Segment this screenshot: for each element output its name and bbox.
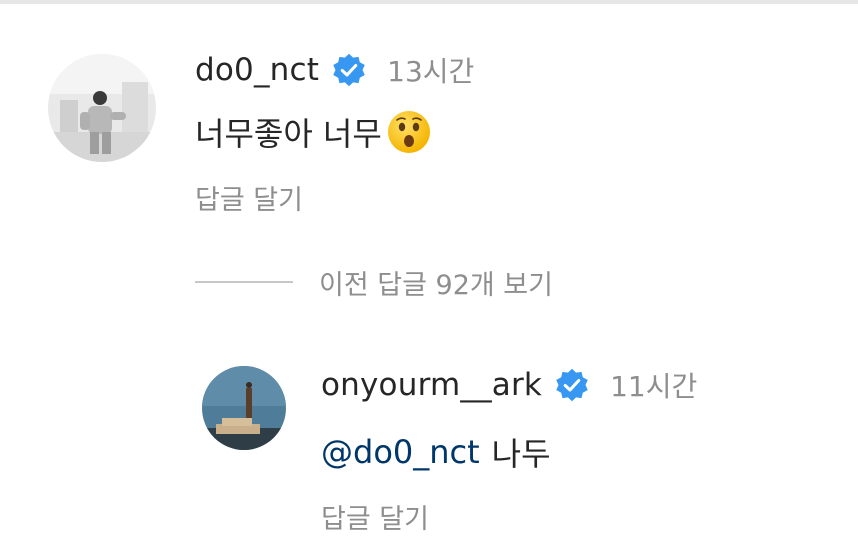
avatar[interactable] bbox=[48, 54, 156, 162]
verified-badge-icon bbox=[554, 367, 590, 403]
avatar-photo bbox=[48, 54, 156, 162]
comment-text: 너무좋아 너무 bbox=[195, 108, 432, 156]
mention-link[interactable]: @do0_nct bbox=[321, 433, 480, 471]
username[interactable]: do0_nct bbox=[195, 52, 319, 88]
timestamp: 13시간 bbox=[387, 55, 475, 88]
avatar-photo bbox=[202, 366, 286, 450]
avatar[interactable] bbox=[202, 366, 286, 450]
top-divider bbox=[0, 0, 858, 4]
reply-button[interactable]: 답글 달기 bbox=[195, 178, 303, 217]
comment-header: do0_nct 13시간 bbox=[195, 50, 474, 90]
reply-header: onyourm__ark 11시간 bbox=[321, 365, 697, 405]
comment-body: 너무좋아 너무 bbox=[195, 115, 382, 153]
username[interactable]: onyourm__ark bbox=[321, 367, 542, 403]
reply-body: 나두 bbox=[491, 435, 551, 473]
reply-button[interactable]: 답글 달기 bbox=[321, 497, 429, 536]
replies-divider-line bbox=[195, 281, 293, 283]
view-previous-replies-button[interactable]: 이전 답글 92개 보기 bbox=[195, 262, 553, 302]
astonished-face-icon bbox=[386, 109, 432, 155]
timestamp: 11시간 bbox=[610, 370, 698, 403]
reply-text: @do0_nct 나두 bbox=[321, 428, 551, 476]
verified-badge-icon bbox=[331, 52, 367, 88]
view-previous-replies-label: 이전 답글 92개 보기 bbox=[319, 269, 553, 301]
